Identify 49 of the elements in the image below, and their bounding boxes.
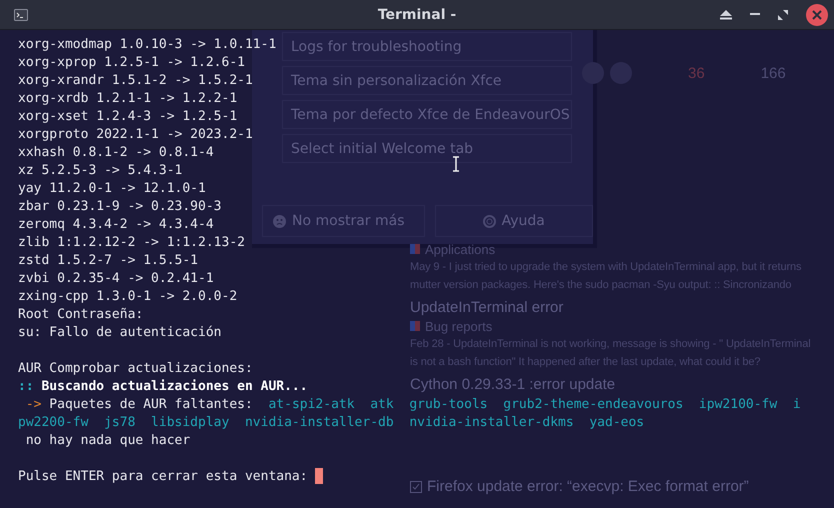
category-link[interactable]: Applications bbox=[425, 242, 496, 256]
shade-icon[interactable] bbox=[720, 10, 732, 20]
terminal-line: -> Paquetes de AUR faltantes: at-spi2-atk atk grub-tools grub2-theme-endeavouros ipw2100-fw i bbox=[24, 396, 801, 412]
terminal-cursor bbox=[315, 468, 324, 484]
dialog-button[interactable]: No mostrar más bbox=[262, 205, 424, 237]
dialog-option[interactable]: Tema sin personalización Xfce bbox=[282, 66, 572, 95]
dialog-option[interactable]: Select initial Welcome tab bbox=[282, 134, 572, 163]
topic-title[interactable]: UpdateInTerminal error bbox=[410, 298, 564, 316]
terminal-line: Root Contraseña: bbox=[18, 306, 144, 322]
topic-count: 166 bbox=[760, 64, 786, 82]
dialog-button[interactable]: Ayuda bbox=[434, 205, 593, 237]
terminal-line: xorg-xmodmap 1.0.10-3 -> 1.0.11-1 bbox=[18, 36, 276, 52]
terminal-line: AUR Comprobar actualizaciones: bbox=[18, 360, 253, 376]
minimize-icon[interactable] bbox=[750, 13, 760, 16]
window-title: Terminal - bbox=[378, 6, 456, 22]
text-cursor-icon bbox=[452, 156, 460, 172]
terminal-line: su: Fallo de autenticación bbox=[18, 324, 222, 340]
maximize-icon[interactable] bbox=[778, 10, 788, 20]
terminal-line: xorg-xprop 1.2.5-1 -> 1.2.6-1 bbox=[18, 54, 245, 70]
category-icon bbox=[410, 321, 420, 331]
terminal-line: xxhash 0.8.1-2 -> 0.8.1-4 bbox=[18, 144, 214, 160]
terminal-line: zbar 0.23.1-9 -> 0.23.90-3 bbox=[18, 198, 222, 214]
lifebuoy-icon bbox=[482, 214, 496, 228]
terminal-line: xorg-xrdb 1.2.1-1 -> 1.2.2-1 bbox=[18, 90, 238, 106]
terminal-line: Pulse ENTER para cerrar esta ventana: bbox=[18, 468, 309, 484]
category-link[interactable]: Bug reports bbox=[425, 318, 492, 334]
terminal-line: zxing-cpp 1.3.0-1 -> 2.0.0-2 bbox=[18, 288, 238, 304]
sad-face-icon bbox=[273, 214, 286, 228]
terminal-line: xorg-xset 1.2.4-3 -> 1.2.5-1 bbox=[18, 108, 238, 124]
terminal-line: zvbi 0.2.35-4 -> 0.2.41-1 bbox=[18, 270, 214, 286]
terminal-line: zlib 1:1.2.12-2 -> 1:1.2.13-2 bbox=[18, 234, 245, 250]
terminal-line: xz 5.2.5-3 -> 5.4.3-1 bbox=[18, 162, 182, 178]
terminal-line: yay 11.2.0-1 -> 12.1.0-1 bbox=[18, 180, 206, 196]
dialog-option[interactable]: Tema por defecto Xfce de EndeavourOS bbox=[282, 100, 572, 129]
terminal-icon bbox=[14, 8, 28, 20]
close-icon[interactable] bbox=[806, 4, 828, 26]
terminal-line: zstd 1.5.2-7 -> 1.5.5-1 bbox=[18, 252, 198, 268]
terminal-line: pw2200-fw js78 libsidplay nvidia-installer-db nvidia-installer-dkms yad-eos bbox=[18, 414, 644, 430]
terminal-line: xorg-xrandr 1.5.1-2 -> 1.5.2-1 bbox=[18, 72, 253, 88]
terminal-line: :: Buscando actualizaciones en AUR... bbox=[18, 378, 308, 394]
dialog-option[interactable]: Logs for troubleshooting bbox=[282, 32, 572, 61]
topic-title[interactable]: Cython 0.29.33-1 :error update bbox=[410, 376, 616, 392]
topic-count: 36 bbox=[688, 64, 705, 82]
checkbox-icon bbox=[410, 480, 422, 492]
terminal-line: no hay nada que hacer bbox=[24, 432, 190, 448]
topic-title[interactable]: Firefox update error: “execvp: Exec format error” bbox=[427, 478, 749, 495]
terminal-line: xorgproto 2022.1-1 -> 2023.2-1 bbox=[18, 126, 253, 142]
terminal-line: zeromq 4.3.4-2 -> 4.3.4-4 bbox=[18, 216, 214, 232]
category-icon bbox=[410, 244, 420, 254]
